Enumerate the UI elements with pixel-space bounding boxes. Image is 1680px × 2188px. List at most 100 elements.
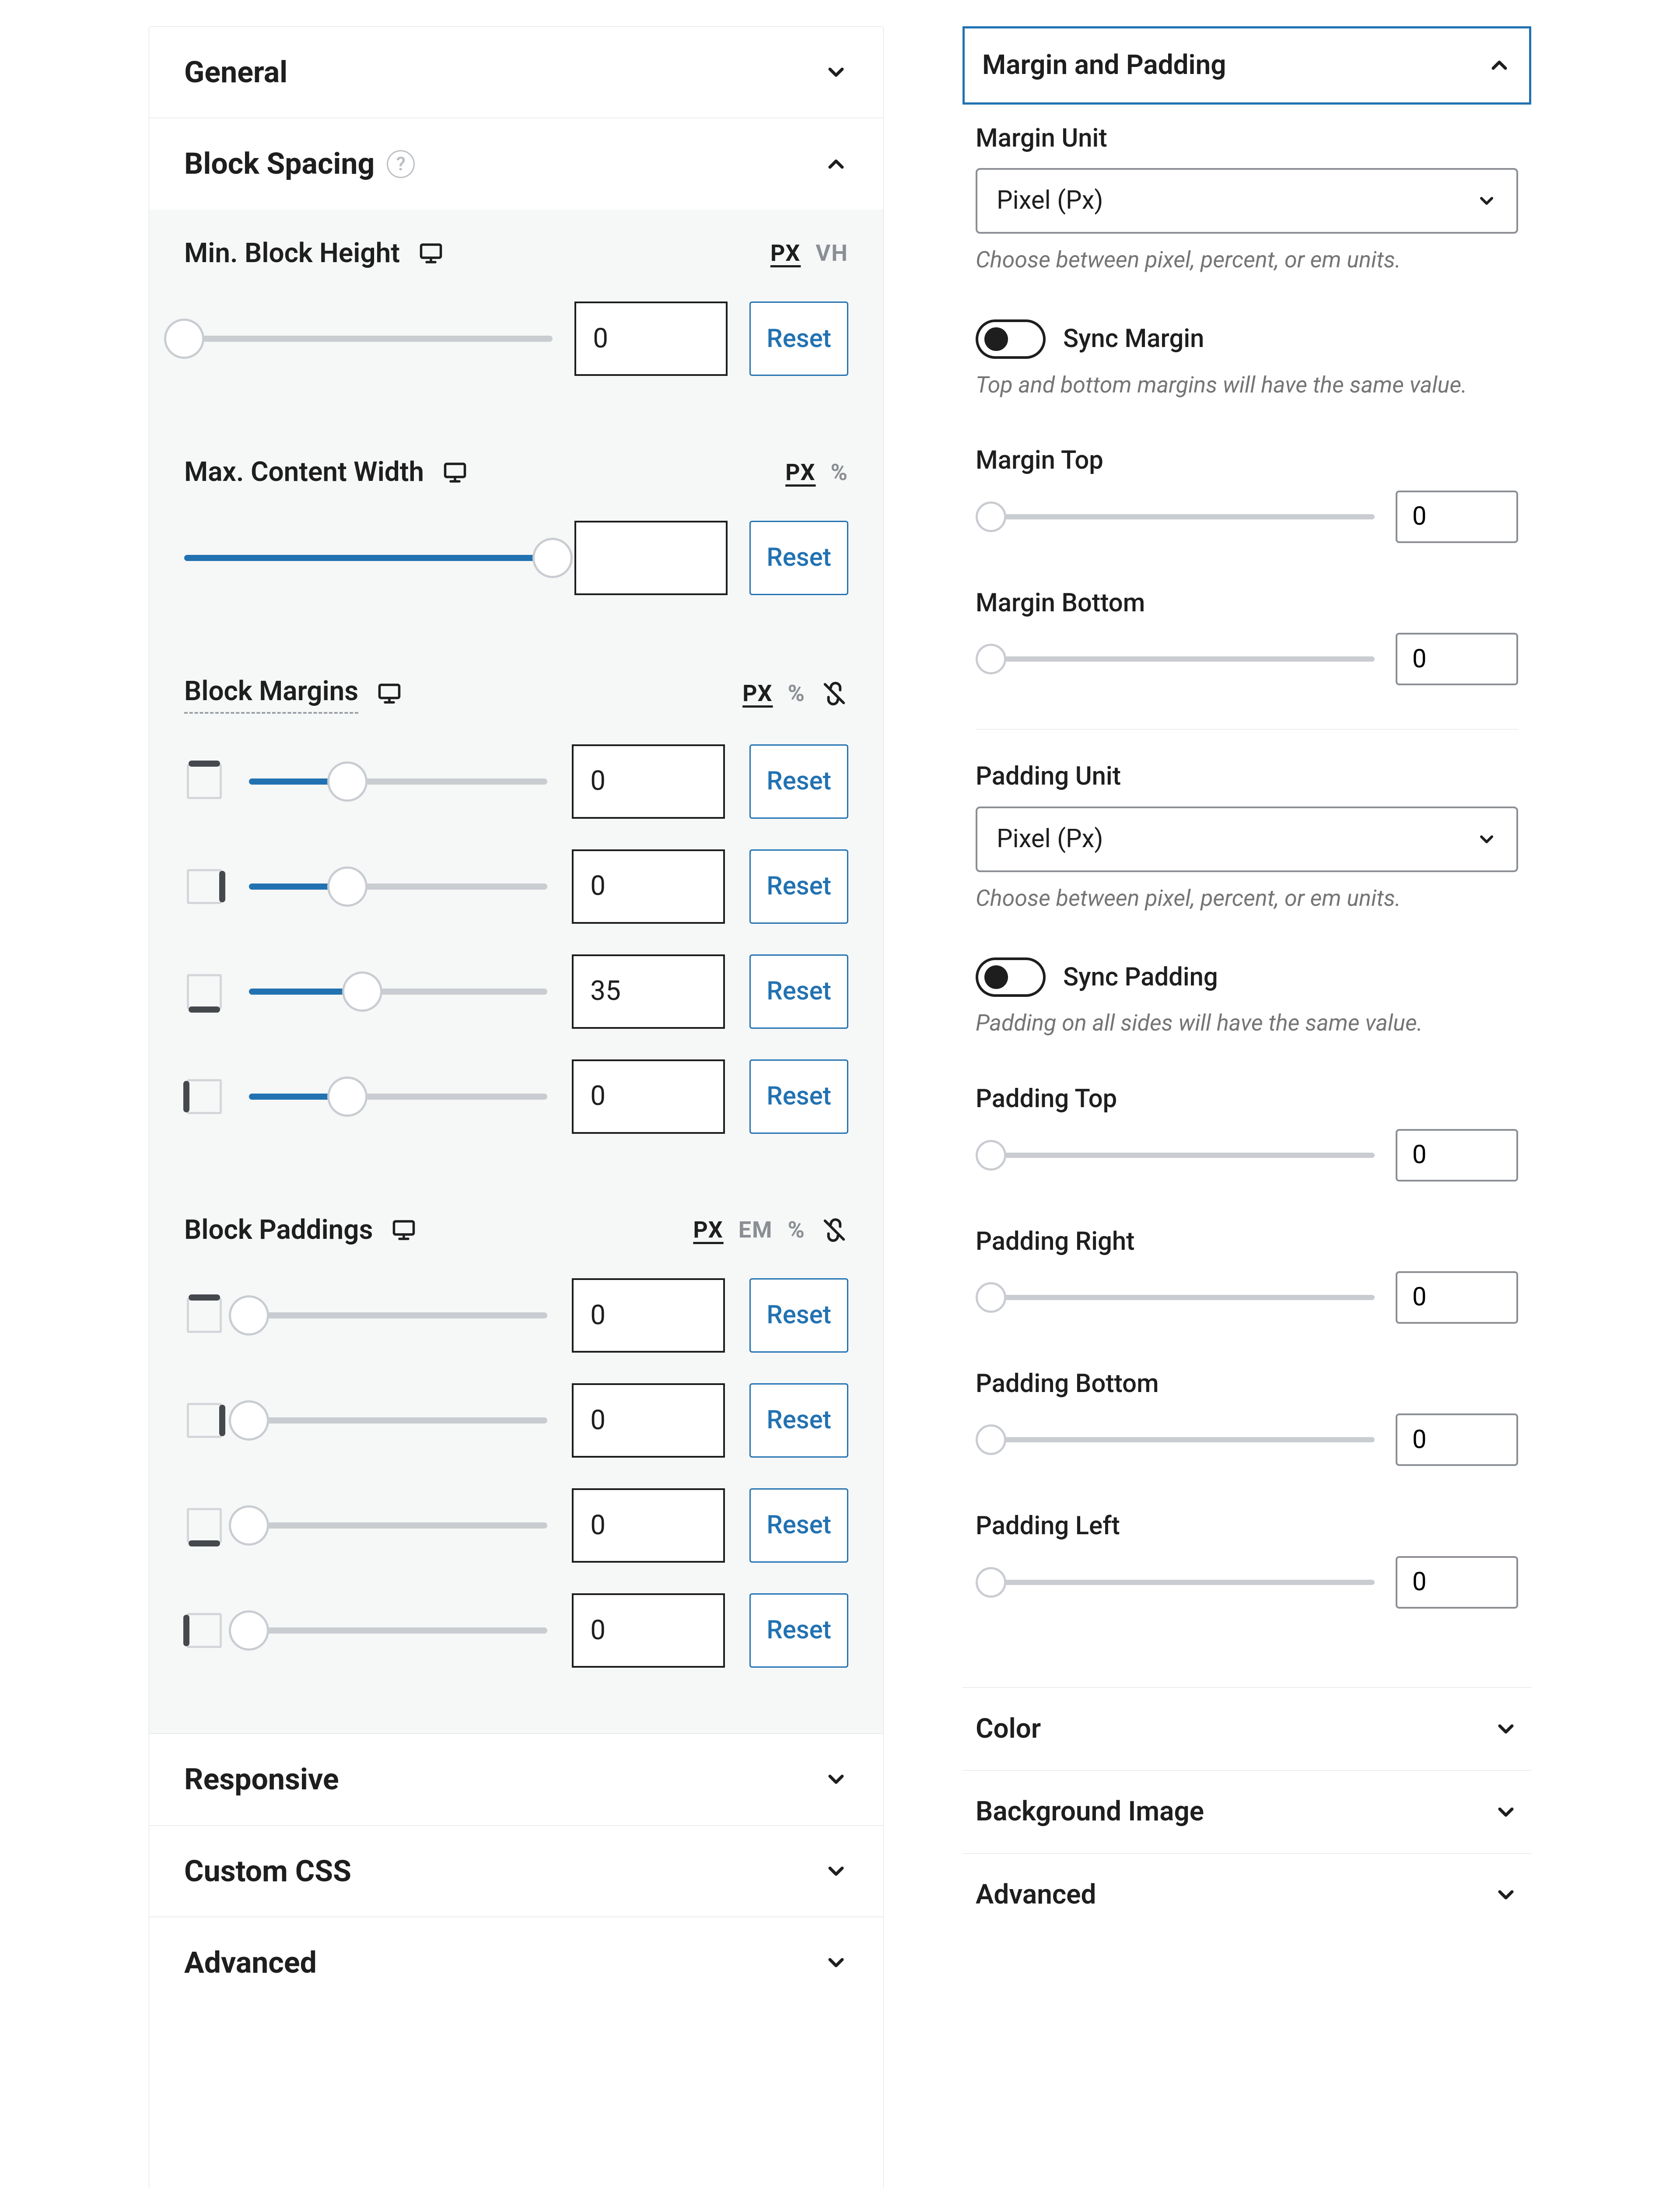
desktop-icon[interactable] — [373, 680, 406, 707]
desktop-icon[interactable] — [439, 459, 471, 486]
unit-percent[interactable]: % — [788, 1215, 805, 1245]
margin-unit-select[interactable]: Pixel (Px) — [976, 168, 1518, 234]
slider-handle[interactable] — [342, 971, 382, 1012]
slider-handle[interactable] — [976, 644, 1006, 674]
help-icon[interactable]: ? — [387, 150, 415, 178]
padding-top-slider[interactable] — [976, 1153, 1375, 1158]
slider-handle[interactable] — [976, 1282, 1006, 1313]
unit-px[interactable]: PX — [742, 679, 773, 708]
chevron-down-icon — [824, 1859, 848, 1883]
chevron-up-icon — [824, 152, 848, 176]
unit-vh[interactable]: VH — [816, 238, 848, 268]
input-right[interactable] — [572, 1383, 725, 1458]
margin-unit-hint: Choose between pixel, percent, or em uni… — [976, 244, 1518, 276]
section-general[interactable]: General — [149, 27, 883, 118]
padding-right-slider[interactable] — [976, 1295, 1375, 1300]
reset-left[interactable]: Reset — [749, 1593, 848, 1668]
unit-percent[interactable]: % — [788, 679, 805, 708]
reset-right[interactable]: Reset — [749, 1383, 848, 1458]
padding-left-slider[interactable] — [976, 1580, 1375, 1585]
sync-padding-label: Sync Padding — [1063, 961, 1218, 994]
max-content-width-input[interactable] — [574, 521, 728, 595]
slider-right[interactable] — [249, 1417, 547, 1424]
slider-handle[interactable] — [327, 866, 368, 907]
input-right[interactable] — [572, 849, 725, 924]
slider-handle[interactable] — [976, 501, 1006, 532]
slider-bottom[interactable] — [249, 1522, 547, 1529]
unit-px[interactable]: PX — [693, 1215, 723, 1245]
max-content-width-reset[interactable]: Reset — [749, 521, 848, 595]
desktop-icon[interactable] — [415, 240, 447, 266]
section-background-image[interactable]: Background Image — [962, 1770, 1531, 1853]
section-responsive[interactable]: Responsive — [149, 1733, 883, 1825]
slider-handle[interactable] — [164, 319, 204, 359]
chevron-down-icon — [1494, 1800, 1518, 1824]
sync-margin-label: Sync Margin — [1063, 323, 1204, 355]
section-advanced[interactable]: Advanced — [149, 1917, 883, 2008]
slider-top[interactable] — [249, 1312, 547, 1318]
unit-em[interactable]: EM — [738, 1215, 773, 1245]
unit-px[interactable]: PX — [785, 458, 816, 487]
margin-bottom-slider[interactable] — [976, 656, 1375, 662]
section-color[interactable]: Color — [962, 1687, 1531, 1771]
reset-right[interactable]: Reset — [749, 849, 848, 924]
slider-handle[interactable] — [976, 1567, 1006, 1598]
section-custom-css[interactable]: Custom CSS — [149, 1825, 883, 1917]
padding-bottom-input[interactable] — [1396, 1413, 1518, 1466]
slider-handle[interactable] — [327, 1076, 368, 1117]
input-left[interactable] — [572, 1059, 725, 1134]
unlink-icon[interactable] — [820, 1216, 848, 1244]
slider-handle[interactable] — [976, 1424, 1006, 1455]
reset-left[interactable]: Reset — [749, 1059, 848, 1134]
slider-handle[interactable] — [532, 538, 573, 578]
slider-handle[interactable] — [976, 1140, 1006, 1171]
padding-right-input[interactable] — [1396, 1271, 1518, 1324]
unlink-icon[interactable] — [820, 680, 848, 708]
sync-padding-toggle[interactable] — [976, 957, 1046, 997]
reset-top[interactable]: Reset — [749, 1278, 848, 1353]
slider-handle[interactable] — [327, 761, 368, 802]
slider-handle[interactable] — [229, 1295, 269, 1336]
reset-top[interactable]: Reset — [749, 744, 848, 819]
slider-handle[interactable] — [229, 1400, 269, 1441]
section-advanced-title: Advanced — [184, 1943, 317, 1982]
max-content-width-slider[interactable] — [184, 555, 553, 561]
padding-left-input[interactable] — [1396, 1556, 1518, 1609]
margin-bottom-input[interactable] — [1396, 633, 1518, 685]
padding-top-input[interactable] — [1396, 1129, 1518, 1182]
section-block-spacing[interactable]: Block Spacing ? — [149, 118, 883, 209]
padding-bottom-slider[interactable] — [976, 1437, 1375, 1442]
desktop-icon[interactable] — [388, 1217, 420, 1243]
min-block-height-reset[interactable]: Reset — [749, 302, 848, 376]
slider-left[interactable] — [249, 1094, 547, 1100]
input-bottom[interactable] — [572, 1488, 725, 1563]
slider-bottom[interactable] — [249, 989, 547, 995]
min-block-height-slider[interactable] — [184, 336, 553, 342]
slider-handle[interactable] — [229, 1610, 269, 1651]
side-row-top: Reset — [184, 1278, 848, 1353]
slider-left[interactable] — [249, 1627, 547, 1634]
min-block-height-input[interactable] — [574, 302, 728, 376]
input-left[interactable] — [572, 1593, 725, 1668]
chevron-up-icon — [1487, 53, 1512, 77]
unit-px[interactable]: PX — [770, 238, 801, 268]
section-margin-padding[interactable]: Margin and Padding — [962, 26, 1531, 105]
input-top[interactable] — [572, 1278, 725, 1353]
padding-unit-select[interactable]: Pixel (Px) — [976, 806, 1518, 872]
max-content-width-label: Max. Content Width — [184, 455, 424, 490]
slider-handle[interactable] — [229, 1505, 269, 1546]
section-advanced-right[interactable]: Advanced — [962, 1853, 1531, 1936]
input-bottom[interactable] — [572, 954, 725, 1029]
slider-right[interactable] — [249, 884, 547, 890]
input-top[interactable] — [572, 744, 725, 819]
edge-left-icon — [184, 1076, 224, 1117]
side-row-bottom: Reset — [184, 954, 848, 1029]
reset-bottom[interactable]: Reset — [749, 954, 848, 1029]
padding-unit-hint: Choose between pixel, percent, or em uni… — [976, 883, 1518, 914]
slider-top[interactable] — [249, 778, 547, 785]
margin-top-input[interactable] — [1396, 491, 1518, 543]
sync-margin-toggle[interactable] — [976, 319, 1046, 359]
margin-top-slider[interactable] — [976, 514, 1375, 519]
reset-bottom[interactable]: Reset — [749, 1488, 848, 1563]
unit-percent[interactable]: % — [831, 458, 848, 487]
